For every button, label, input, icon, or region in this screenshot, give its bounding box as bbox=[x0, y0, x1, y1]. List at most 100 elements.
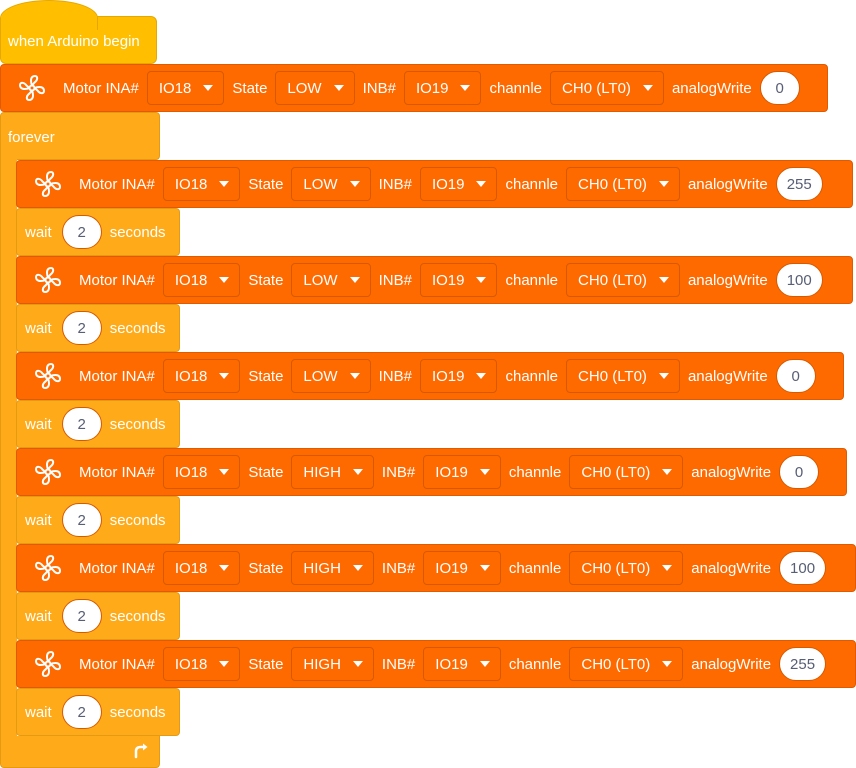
wait-block[interactable]: wait 2 seconds bbox=[16, 496, 180, 544]
caret-down-icon bbox=[476, 181, 487, 187]
state-dropdown[interactable]: LOW bbox=[291, 167, 371, 201]
motor-block[interactable]: Motor INA# IO18 State HIGH INB# IO19 cha… bbox=[16, 544, 856, 592]
ina-pin-dropdown[interactable]: IO18 bbox=[162, 359, 241, 393]
wait-seconds-input[interactable]: 2 bbox=[61, 695, 102, 729]
inb-label: INB# bbox=[381, 655, 416, 673]
wait-label: wait bbox=[25, 703, 52, 721]
caret-down-icon bbox=[642, 85, 653, 91]
channel-dropdown[interactable]: CH0 (LT0) bbox=[566, 167, 680, 201]
channel-dropdown[interactable]: CH0 (LT0) bbox=[569, 647, 684, 681]
inb-pin-dropdown[interactable]: IO19 bbox=[419, 167, 498, 201]
motor-block-setup[interactable]: Motor INA# IO18 State LOW INB# IO19 chan… bbox=[0, 64, 828, 112]
analog-write-label: analogWrite bbox=[691, 559, 772, 577]
wait-block[interactable]: wait 2 seconds bbox=[16, 208, 180, 256]
inb-label: INB# bbox=[381, 559, 416, 577]
caret-down-icon bbox=[349, 181, 360, 187]
analog-value-input[interactable]: 0 bbox=[759, 71, 800, 105]
hat-label: when Arduino begin bbox=[8, 33, 140, 50]
caret-down-icon bbox=[349, 277, 360, 283]
state-dropdown[interactable]: HIGH bbox=[291, 551, 374, 585]
channel-label: channle bbox=[505, 367, 559, 385]
motor-block[interactable]: Motor INA# IO18 State HIGH INB# IO19 cha… bbox=[16, 448, 847, 496]
state-dropdown[interactable]: LOW bbox=[291, 263, 371, 297]
caret-down-icon bbox=[662, 661, 673, 667]
wait-seconds-input[interactable]: 2 bbox=[61, 311, 102, 345]
inb-pin-dropdown[interactable]: IO19 bbox=[403, 71, 482, 105]
caret-down-icon bbox=[352, 469, 363, 475]
state-dropdown[interactable]: HIGH bbox=[291, 647, 374, 681]
state-label: State bbox=[248, 271, 284, 289]
state-dropdown[interactable]: LOW bbox=[275, 71, 355, 105]
analog-value-input[interactable]: 0 bbox=[779, 455, 820, 489]
caret-down-icon bbox=[349, 373, 360, 379]
analog-value-input[interactable]: 100 bbox=[779, 551, 827, 585]
channel-label: channle bbox=[508, 559, 562, 577]
wait-block[interactable]: wait 2 seconds bbox=[16, 400, 180, 448]
ina-pin-dropdown[interactable]: IO18 bbox=[162, 551, 241, 585]
state-label: State bbox=[232, 79, 268, 97]
analog-value-input[interactable]: 255 bbox=[775, 167, 823, 201]
analog-value-input[interactable]: 0 bbox=[775, 359, 816, 393]
channel-label: channle bbox=[508, 463, 562, 481]
wait-block[interactable]: wait 2 seconds bbox=[16, 304, 180, 352]
channel-label: channle bbox=[489, 79, 543, 97]
analog-write-label: analogWrite bbox=[691, 655, 772, 673]
caret-down-icon bbox=[219, 565, 230, 571]
motor-block[interactable]: Motor INA# IO18 State LOW INB# IO19 chan… bbox=[16, 352, 844, 400]
motor-block[interactable]: Motor INA# IO18 State HIGH INB# IO19 cha… bbox=[16, 640, 856, 688]
caret-down-icon bbox=[219, 373, 230, 379]
caret-down-icon bbox=[460, 85, 471, 91]
state-label: State bbox=[248, 655, 284, 673]
wait-block[interactable]: wait 2 seconds bbox=[16, 592, 180, 640]
inb-pin-dropdown[interactable]: IO19 bbox=[419, 359, 498, 393]
seconds-label: seconds bbox=[109, 607, 166, 625]
wait-seconds-input[interactable]: 2 bbox=[61, 599, 102, 633]
channel-dropdown[interactable]: CH0 (LT0) bbox=[550, 71, 664, 105]
inb-label: INB# bbox=[378, 271, 412, 289]
ina-pin-dropdown[interactable]: IO18 bbox=[162, 167, 241, 201]
fan-icon bbox=[33, 457, 63, 487]
state-dropdown[interactable]: LOW bbox=[291, 359, 371, 393]
motor-ina-label: Motor INA# bbox=[63, 79, 139, 97]
wait-seconds-input[interactable]: 2 bbox=[61, 215, 102, 249]
seconds-label: seconds bbox=[109, 319, 166, 337]
forever-label: forever bbox=[8, 129, 55, 146]
caret-down-icon bbox=[333, 85, 344, 91]
wait-label: wait bbox=[25, 415, 52, 433]
state-dropdown[interactable]: HIGH bbox=[291, 455, 374, 489]
motor-block[interactable]: Motor INA# IO18 State LOW INB# IO19 chan… bbox=[16, 256, 853, 304]
channel-dropdown[interactable]: CH0 (LT0) bbox=[566, 359, 680, 393]
motor-ina-label: Motor INA# bbox=[79, 559, 155, 577]
ina-pin-dropdown[interactable]: IO18 bbox=[162, 263, 241, 297]
fan-icon bbox=[33, 649, 63, 679]
wait-label: wait bbox=[25, 319, 52, 337]
inb-pin-dropdown[interactable]: IO19 bbox=[423, 647, 501, 681]
channel-dropdown[interactable]: CH0 (LT0) bbox=[566, 263, 680, 297]
channel-dropdown[interactable]: CH0 (LT0) bbox=[569, 455, 684, 489]
caret-down-icon bbox=[479, 565, 490, 571]
state-label: State bbox=[248, 175, 284, 193]
state-label: State bbox=[248, 559, 284, 577]
analog-write-label: analogWrite bbox=[671, 79, 752, 97]
analog-value-input[interactable]: 255 bbox=[779, 647, 827, 681]
wait-seconds-input[interactable]: 2 bbox=[61, 407, 102, 441]
wait-block[interactable]: wait 2 seconds bbox=[16, 688, 180, 736]
caret-down-icon bbox=[203, 85, 214, 91]
caret-down-icon bbox=[219, 181, 230, 187]
ina-pin-dropdown[interactable]: IO18 bbox=[162, 647, 241, 681]
seconds-label: seconds bbox=[109, 415, 166, 433]
seconds-label: seconds bbox=[109, 703, 166, 721]
caret-down-icon bbox=[662, 565, 673, 571]
motor-block[interactable]: Motor INA# IO18 State LOW INB# IO19 chan… bbox=[16, 160, 853, 208]
ina-pin-dropdown[interactable]: IO18 bbox=[162, 455, 241, 489]
channel-dropdown[interactable]: CH0 (LT0) bbox=[569, 551, 684, 585]
analog-value-input[interactable]: 100 bbox=[775, 263, 823, 297]
wait-seconds-input[interactable]: 2 bbox=[61, 503, 102, 537]
caret-down-icon bbox=[658, 277, 669, 283]
motor-ina-label: Motor INA# bbox=[79, 655, 155, 673]
inb-pin-dropdown[interactable]: IO19 bbox=[423, 551, 501, 585]
inb-pin-dropdown[interactable]: IO19 bbox=[423, 455, 501, 489]
caret-down-icon bbox=[662, 469, 673, 475]
ina-pin-dropdown[interactable]: IO18 bbox=[146, 71, 225, 105]
inb-pin-dropdown[interactable]: IO19 bbox=[419, 263, 498, 297]
